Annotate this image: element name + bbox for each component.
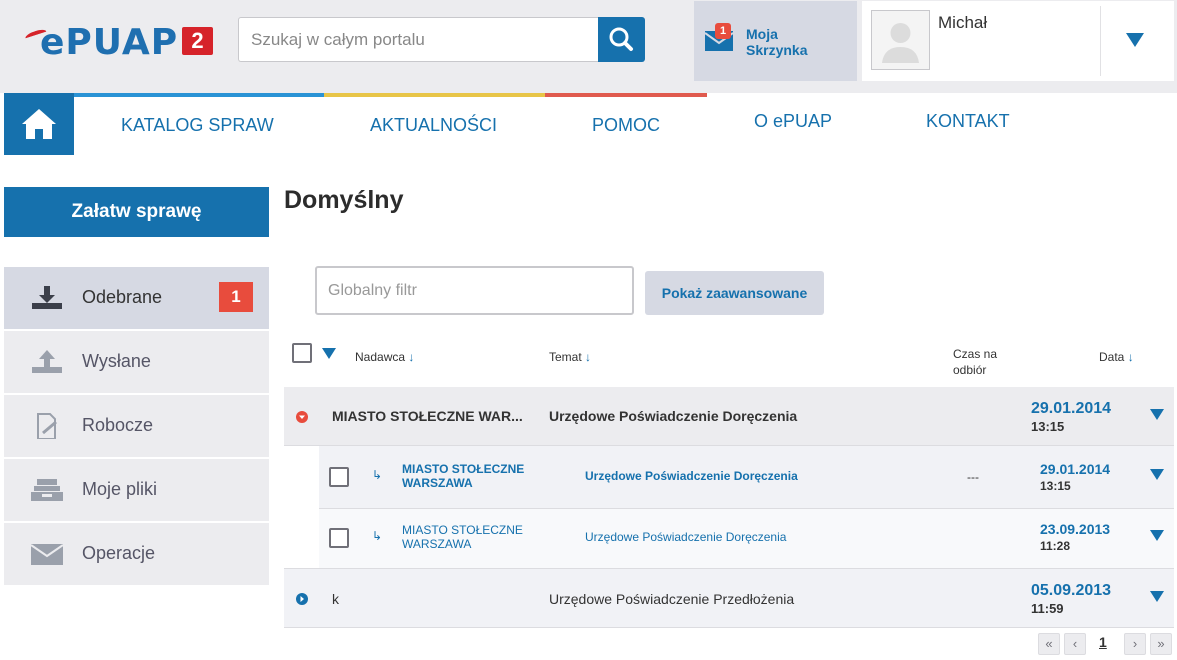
row-checkbox[interactable] [329, 467, 349, 487]
row-menu-chevron-down-icon[interactable] [1150, 409, 1164, 420]
expand-toggle-icon[interactable] [296, 593, 308, 605]
column-header-date[interactable]: Data ↓ [1099, 350, 1134, 364]
sidebar-item-label: Operacje [82, 543, 156, 563]
row-time: 13:15 [1031, 419, 1065, 434]
reply-arrow-icon: ↳ [372, 468, 383, 482]
row-time: 11:59 [1031, 601, 1064, 616]
row-date: 05.09.2013 [1031, 582, 1112, 599]
pager-next-button[interactable]: › [1124, 633, 1146, 655]
row-menu-chevron-down-icon[interactable] [1150, 591, 1164, 602]
nav-item-kontakt[interactable]: KONTAKT [926, 111, 1010, 132]
sidebar-item-wyslane[interactable]: Wysłane [4, 331, 269, 393]
sort-arrow-icon: ↓ [1127, 350, 1134, 364]
row-sender[interactable]: MIASTO STOŁECZNE WARSZAWA [402, 462, 524, 490]
home-icon [22, 109, 56, 139]
pager-last-button[interactable]: » [1150, 633, 1172, 655]
bulk-actions-chevron-down-icon[interactable] [322, 348, 336, 359]
row-sender: MIASTO STOŁECZNE WAR... [332, 408, 523, 424]
avatar[interactable] [871, 10, 930, 70]
nav-item-aktualnosci[interactable]: AKTUALNOŚCI [370, 115, 497, 136]
collapse-toggle-icon[interactable] [296, 411, 308, 423]
my-inbox-button[interactable]: 1 Moja Skrzynka [694, 1, 857, 81]
user-silhouette-icon [882, 23, 919, 63]
inbox-label: Moja Skrzynka [746, 26, 808, 58]
nav-accent-line-yellow [324, 93, 545, 97]
search-button[interactable] [598, 17, 645, 62]
nav-accent-line-red [545, 93, 707, 97]
search-box [238, 17, 645, 62]
divider [1100, 6, 1101, 76]
home-button[interactable] [4, 93, 74, 155]
sidebar-item-label: Moje pliki [82, 479, 158, 499]
sidebar-item-robocze[interactable]: Robocze [4, 395, 269, 457]
inbox-download-icon [32, 286, 62, 309]
logo-badge: 2 [182, 27, 213, 55]
logo-text: ePUAP [40, 22, 179, 63]
nav-item-katalog-spraw[interactable]: KATALOG SPRAW [121, 115, 274, 136]
row-date: 23.09.2013 [1040, 521, 1111, 537]
pager-current-page[interactable]: 1 [1099, 634, 1107, 650]
row-date: 29.01.2014 [1031, 400, 1112, 417]
unread-count-badge: 1 [219, 282, 253, 312]
row-subject: Urzędowe Poświadczenie Doręczenia [549, 408, 798, 424]
top-bar: ePUAP 2 1 Moja Skrzynka Michał [0, 0, 1177, 93]
epuap-logo[interactable]: ePUAP 2 [22, 22, 222, 63]
handle-case-button[interactable]: Załatw sprawę [4, 187, 269, 237]
sort-arrow-icon: ↓ [408, 350, 415, 364]
column-header-subject[interactable]: Temat ↓ [549, 350, 591, 364]
pager-first-button[interactable]: « [1038, 633, 1060, 655]
column-header-sender[interactable]: Nadawca ↓ [355, 350, 414, 364]
row-date: 29.01.2014 [1040, 461, 1111, 477]
sidebar-item-label: Wysłane [82, 351, 151, 371]
table-row[interactable]: ↳ MIASTO STOŁECZNE WARSZAWA Urzędowe Poś… [319, 509, 1174, 568]
row-sender: k [332, 591, 339, 607]
reply-arrow-icon: ↳ [372, 529, 383, 543]
row-time: 11:28 [1040, 539, 1071, 553]
draft-edit-icon [37, 413, 57, 439]
files-tray-icon [31, 479, 63, 501]
sidebar-item-label: Odebrane [82, 287, 163, 307]
row-time: 13:15 [1040, 479, 1071, 493]
show-advanced-button[interactable]: Pokaż zaawansowane [645, 271, 824, 315]
search-icon [609, 27, 633, 51]
upload-icon [32, 350, 62, 373]
sidebar-item-label: Robocze [82, 415, 154, 435]
nav-accent-line-blue [74, 93, 324, 97]
sort-arrow-icon: ↓ [585, 350, 592, 364]
nav-item-o-epuap[interactable]: O ePUAP [754, 111, 832, 132]
select-all-checkbox[interactable] [292, 343, 312, 363]
row-subject[interactable]: Urzędowe Poświadczenie Doręczenia [585, 469, 798, 483]
user-menu-chevron-down-icon[interactable] [1126, 33, 1144, 47]
row-checkbox[interactable] [329, 528, 349, 548]
inbox-count-badge: 1 [715, 23, 731, 39]
row-pickup-time: --- [967, 470, 979, 484]
divider [284, 627, 1174, 628]
table-row[interactable]: ↳ MIASTO STOŁECZNE WARSZAWA Urzędowe Poś… [319, 446, 1174, 508]
sidebar-item-odebrane[interactable]: Odebrane 1 [4, 267, 269, 329]
envelope-icon [30, 544, 64, 565]
row-menu-chevron-down-icon[interactable] [1150, 530, 1164, 541]
row-subject[interactable]: Urzędowe Poświadczenie Doręczenia [585, 530, 786, 544]
global-filter-input[interactable] [315, 266, 634, 315]
sidebar-item-operacje[interactable]: Operacje [4, 523, 269, 585]
nav-item-pomoc[interactable]: POMOC [592, 115, 660, 136]
table-row-group[interactable]: k Urzędowe Poświadczenie Przedłożenia 05… [284, 569, 1174, 627]
row-menu-chevron-down-icon[interactable] [1150, 469, 1164, 480]
pager-prev-button[interactable]: ‹ [1064, 633, 1086, 655]
user-panel: Michał [862, 1, 1174, 81]
table-row-group[interactable]: MIASTO STOŁECZNE WAR... Urzędowe Poświad… [284, 387, 1174, 445]
row-sender[interactable]: MIASTO STOŁECZNE WARSZAWA [402, 523, 523, 551]
row-subject: Urzędowe Poświadczenie Przedłożenia [549, 591, 795, 607]
column-header-pickup-time: Czas na odbiór [953, 347, 998, 377]
user-name: Michał [938, 13, 988, 32]
main-nav: KATALOG SPRAW AKTUALNOŚCI POMOC O ePUAP … [0, 93, 1177, 155]
search-input[interactable] [238, 17, 599, 62]
page-title: Domyślny [284, 186, 404, 214]
sidebar-item-moje-pliki[interactable]: Moje pliki [4, 459, 269, 521]
